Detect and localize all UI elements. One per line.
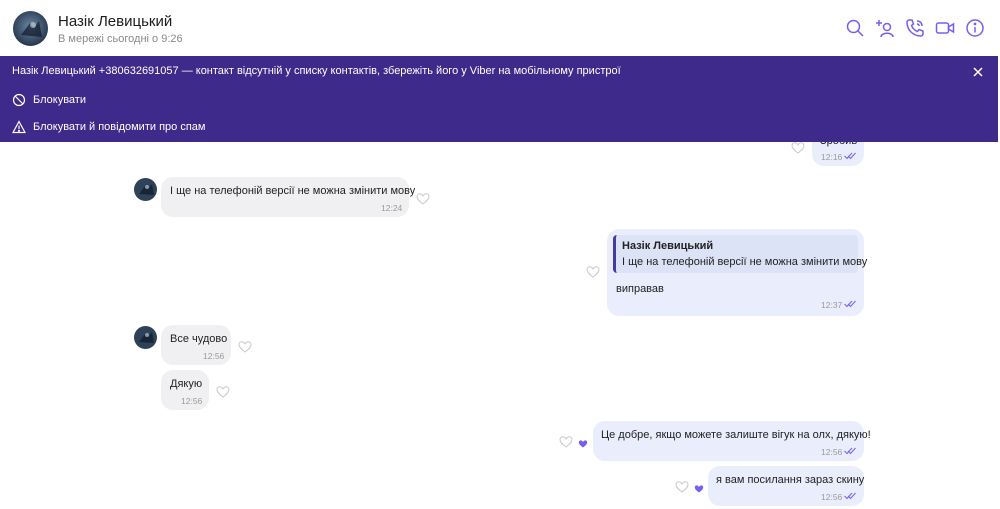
contact-avatar[interactable] <box>134 326 157 349</box>
message-time: 12:56 <box>821 447 843 457</box>
like-icon[interactable] <box>559 435 573 449</box>
message-text: виправав <box>616 283 664 295</box>
message-time: 12:56 <box>181 396 203 406</box>
contact-status: В мережі сьогодні о 9:26 <box>58 33 183 45</box>
block-label: Блокувати <box>33 94 86 106</box>
message-text: Це добре, якщо можете залиште вігук на о… <box>601 429 871 441</box>
contact-name[interactable]: Назік Левицький <box>58 13 172 30</box>
like-icon[interactable] <box>216 385 230 399</box>
message-time: 12:37 <box>821 300 843 310</box>
message-incoming[interactable]: І ще на телефоній версії не можна змінит… <box>161 177 415 217</box>
info-icon[interactable] <box>964 17 986 39</box>
contact-avatar[interactable] <box>13 11 48 46</box>
add-participant-icon[interactable] <box>874 17 896 39</box>
like-icon[interactable] <box>586 265 600 279</box>
quote-author: Назік Левицький <box>622 240 714 252</box>
read-ticks-icon <box>844 447 856 455</box>
message-text: Дякую <box>170 378 203 390</box>
unknown-contact-banner: Назік Левицький +380632691057 — контакт … <box>0 56 998 142</box>
header-actions <box>844 17 986 39</box>
quoted-message[interactable]: Назік Левицький І ще на телефоній версії… <box>613 235 867 273</box>
message-outgoing[interactable]: я вам посилання зараз скину 12:56 <box>708 466 864 506</box>
like-icon[interactable] <box>791 141 805 155</box>
banner-notice: Назік Левицький +380632691057 — контакт … <box>12 65 621 77</box>
message-outgoing[interactable]: Це добре, якщо можете залиште вігук на о… <box>593 421 871 461</box>
like-icon[interactable] <box>675 480 689 494</box>
audio-call-icon[interactable] <box>904 17 926 39</box>
message-text: я вам посилання зараз скину <box>716 474 865 486</box>
quote-text: І ще на телефоній версії не можна змінит… <box>622 256 868 268</box>
search-icon[interactable] <box>844 17 866 39</box>
message-text: І ще на телефоній версії не можна змінит… <box>170 185 416 197</box>
block-spam-label: Блокувати й повідомити про спам <box>33 121 206 133</box>
close-icon[interactable] <box>970 64 986 80</box>
video-call-icon[interactable] <box>934 17 956 39</box>
warning-icon <box>12 120 26 134</box>
message-time: 12:16 <box>821 152 843 162</box>
message-time: 12:56 <box>203 351 225 361</box>
message-incoming[interactable]: Все чудово 12:56 <box>161 325 231 365</box>
message-time: 12:24 <box>381 203 403 213</box>
block-button[interactable]: Блокувати <box>12 93 86 107</box>
like-icon[interactable] <box>416 192 430 206</box>
block-and-report-spam-button[interactable]: Блокувати й повідомити про спам <box>12 120 205 134</box>
chat-header: Назік Левицький В мережі сьогодні о 9:26 <box>0 0 1000 56</box>
message-time: 12:56 <box>821 492 843 502</box>
contact-avatar[interactable] <box>134 178 157 201</box>
liked-heart-icon[interactable] <box>576 437 590 451</box>
message-outgoing-reply[interactable]: Назік Левицький І ще на телефоній версії… <box>607 229 867 316</box>
message-text: Все чудово <box>170 333 228 345</box>
read-ticks-icon <box>844 492 856 500</box>
read-ticks-icon <box>844 300 856 308</box>
liked-heart-icon[interactable] <box>692 482 706 496</box>
message-incoming[interactable]: Дякую 12:56 <box>161 370 209 410</box>
block-icon <box>12 93 26 107</box>
read-ticks-icon <box>844 152 856 160</box>
like-icon[interactable] <box>238 340 252 354</box>
